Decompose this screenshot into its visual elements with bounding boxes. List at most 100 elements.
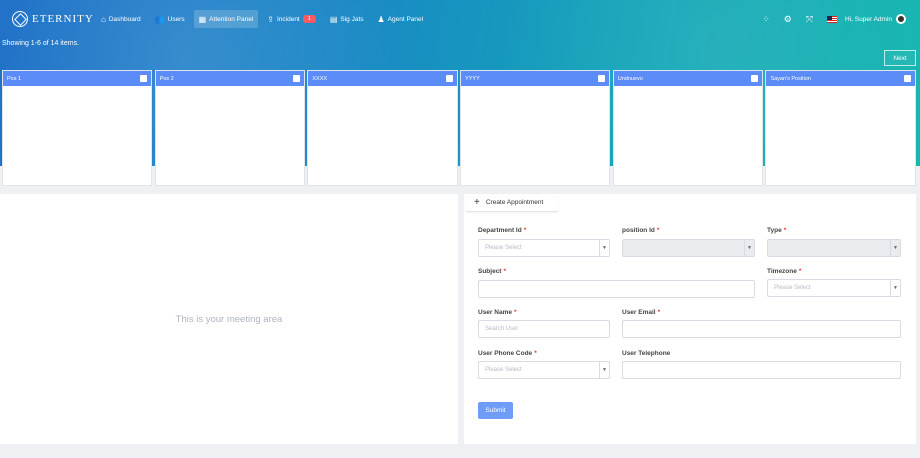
nav-item-attention-panel[interactable]: ▦ Attention Panel	[193, 10, 259, 28]
phone-code-select[interactable]: Please Select ▼	[478, 361, 610, 379]
column-title: YYYY	[465, 75, 480, 82]
column-title: Undnuevo	[617, 75, 643, 82]
subject-label: Subject *	[478, 268, 506, 275]
next-button[interactable]: Next	[884, 50, 916, 66]
position-column: YYYY	[460, 70, 611, 186]
calendar-icon: ▦	[198, 14, 207, 24]
timezone-label: Timezone *	[767, 268, 801, 275]
department-label: Department Id *	[478, 227, 526, 234]
appointment-form: + Create Appointment Department Id * Plea…	[464, 194, 916, 444]
share-icon: ⇪	[267, 14, 274, 24]
select-placeholder: Please Select	[774, 285, 811, 291]
plus-icon: +	[474, 197, 480, 208]
required-mark: *	[657, 309, 661, 316]
user-greeting[interactable]: Hi, Super Admin	[845, 16, 892, 23]
gear-icon[interactable]: ⚙	[784, 14, 792, 25]
column-title: Sayan's Position	[770, 75, 811, 82]
column-title: Pos 1	[7, 75, 22, 82]
position-column: Undnuevo	[612, 70, 764, 186]
fullscreen-icon[interactable]: ⤧	[806, 14, 813, 25]
telephone-label-text: User Telephone	[622, 350, 671, 357]
required-mark: *	[534, 350, 537, 357]
nav-item-label: Agent Panel	[387, 15, 424, 23]
required-mark: *	[503, 268, 507, 275]
column-title: XXXX	[312, 75, 328, 82]
username-search-input[interactable]: Search User	[478, 320, 610, 338]
pagination-summary: Showing 1-6 of 14 items.	[2, 40, 80, 47]
document-icon: ▤	[329, 14, 338, 24]
column-header: Pos 1	[3, 71, 152, 86]
nav-item-sig-jats[interactable]: ▤ Sig Jats	[325, 10, 369, 28]
subject-label-text: Subject	[478, 268, 502, 275]
type-select: ▼	[767, 239, 901, 257]
tab-create-appointment[interactable]: + Create Appointment	[466, 194, 558, 212]
nav-item-users[interactable]: 👥 Users	[150, 10, 190, 28]
calendar-icon[interactable]	[903, 75, 911, 82]
username-label: User Name *	[478, 309, 517, 316]
email-label-text: User Email	[622, 309, 656, 316]
calendar-icon[interactable]	[292, 75, 300, 82]
nav-item-label: Sig Jats	[340, 15, 364, 23]
position-column: Pos 2	[154, 70, 305, 186]
avatar[interactable]	[896, 14, 906, 24]
agent-icon: ♟	[377, 14, 385, 24]
chevron-down-icon: ▼	[599, 362, 609, 378]
apps-icon[interactable]: ⁘	[762, 14, 770, 25]
logo-icon	[12, 11, 28, 27]
brand[interactable]: ETERNITY	[12, 11, 96, 27]
nav-item-label: Dashboard	[108, 15, 141, 23]
position-label-text: position Id	[622, 227, 655, 234]
select-placeholder: Please Select	[485, 367, 522, 373]
tab-label: Create Appointment	[485, 199, 544, 206]
column-title: Pos 2	[159, 75, 174, 82]
timezone-select[interactable]: Please Select ▼	[767, 279, 901, 297]
position-columns: Pos 1 Pos 2 XXXX YYYY Undnuevo Sayan's P…	[2, 70, 916, 186]
email-field[interactable]	[622, 320, 901, 338]
meeting-area: This is your meeting area	[0, 194, 458, 444]
nav-item-agent-panel[interactable]: ♟ Agent Panel	[373, 10, 429, 28]
column-header: Sayan's Position	[766, 71, 915, 86]
nav-item-incident[interactable]: ⇪ Incident 1	[262, 10, 321, 28]
type-label: Type *	[767, 227, 786, 234]
calendar-icon[interactable]	[598, 75, 606, 82]
navbar-right: ⁘ ⚙ ⤧ Hi, Super Admin	[748, 14, 906, 25]
chevron-down-icon: ▼	[744, 240, 754, 256]
column-header: XXXX	[308, 71, 457, 86]
subject-input[interactable]	[478, 280, 755, 298]
department-label-text: Department Id	[478, 227, 522, 234]
position-select: ▼	[622, 239, 755, 257]
column-header: Undnuevo	[613, 71, 763, 86]
column-header: YYYY	[461, 71, 610, 86]
meeting-placeholder: This is your meeting area	[175, 313, 283, 325]
telephone-label: User Telephone	[622, 350, 670, 357]
brand-name: ETERNITY	[32, 13, 94, 25]
nav-item-label: Users	[167, 15, 185, 23]
top-navbar: ETERNITY ⌂ Dashboard 👥 Users ▦ Attention…	[0, 0, 920, 38]
us-flag-icon[interactable]	[827, 15, 838, 23]
email-label: User Email *	[622, 309, 660, 316]
required-mark: *	[523, 227, 527, 234]
nav-item-label: Attention Panel	[209, 15, 254, 23]
required-mark: *	[798, 268, 802, 275]
nav-item-label: Incident	[276, 15, 300, 23]
calendar-icon[interactable]	[445, 75, 453, 82]
department-select[interactable]: Please Select ▼	[478, 239, 610, 257]
submit-button[interactable]: Submit	[478, 402, 513, 419]
position-column: Sayan's Position	[765, 70, 916, 186]
column-header: Pos 2	[155, 71, 304, 86]
calendar-icon[interactable]	[751, 75, 759, 82]
position-label: position Id *	[622, 227, 659, 234]
incident-count-badge: 1	[302, 15, 316, 23]
phone-code-label: User Phone Code *	[478, 350, 537, 357]
required-mark: *	[513, 309, 517, 316]
telephone-field[interactable]	[622, 361, 901, 379]
chevron-down-icon: ▼	[890, 240, 900, 256]
required-mark: *	[783, 227, 787, 234]
phone-code-label-text: User Phone Code	[478, 350, 533, 357]
input-placeholder: Search User	[485, 326, 519, 332]
nav-item-dashboard[interactable]: ⌂ Dashboard	[96, 10, 146, 28]
username-label-text: User Name	[478, 309, 512, 316]
calendar-icon[interactable]	[140, 75, 148, 82]
required-mark: *	[656, 227, 660, 234]
home-icon: ⌂	[101, 14, 106, 24]
